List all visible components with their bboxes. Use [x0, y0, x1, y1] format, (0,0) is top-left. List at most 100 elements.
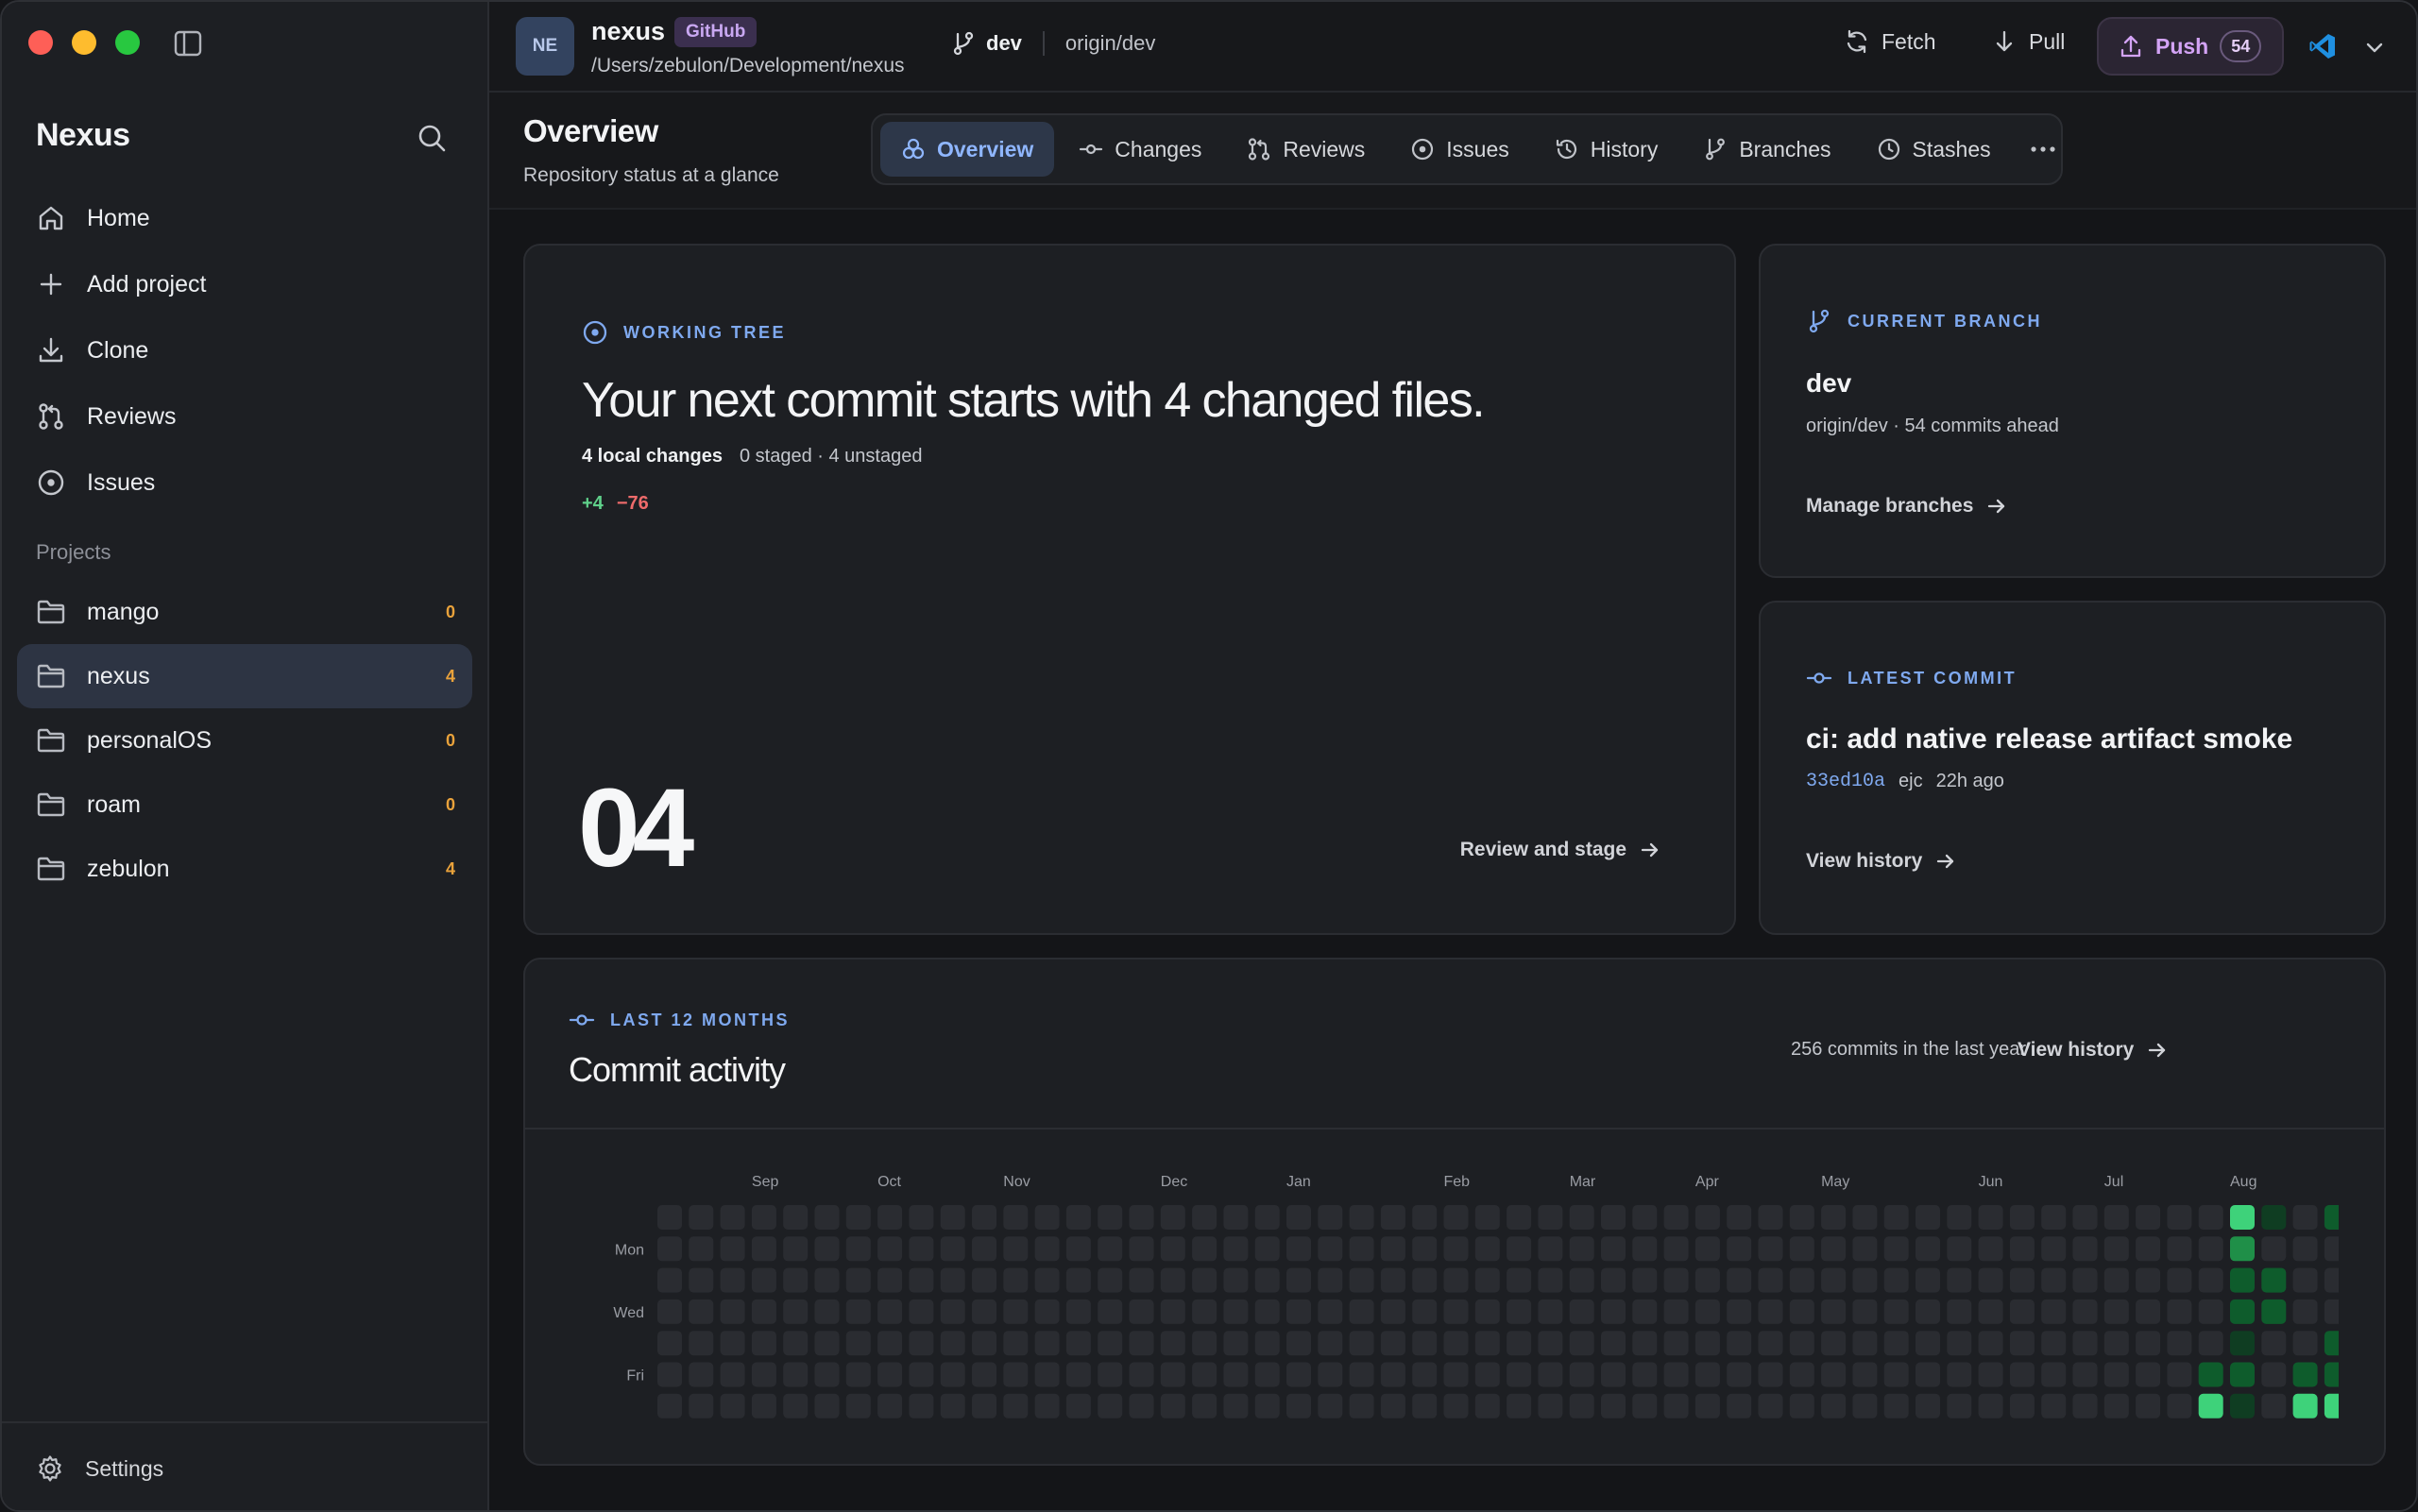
chevron-down-icon[interactable] — [2363, 36, 2386, 59]
heatmap-cell[interactable] — [1003, 1393, 1029, 1419]
heatmap-cell[interactable] — [1192, 1236, 1218, 1262]
heatmap-cell[interactable] — [657, 1299, 682, 1324]
heatmap-cell[interactable] — [1916, 1236, 1940, 1262]
heatmap-cell[interactable] — [972, 1236, 996, 1262]
heatmap-cell[interactable] — [1978, 1362, 2003, 1387]
heatmap-cell[interactable] — [1065, 1267, 1091, 1293]
nav-item-reviews[interactable]: Reviews — [17, 383, 472, 450]
heatmap-cell[interactable] — [689, 1393, 714, 1419]
heatmap-cell[interactable] — [1694, 1267, 1720, 1293]
heatmap-cell[interactable] — [1632, 1331, 1658, 1356]
heatmap-cell[interactable] — [1727, 1236, 1752, 1262]
heatmap-cell[interactable] — [1916, 1267, 1940, 1293]
tab-branches[interactable]: Branches — [1682, 122, 1851, 177]
heatmap-cell[interactable] — [845, 1236, 871, 1262]
heatmap-cell[interactable] — [751, 1331, 776, 1356]
heatmap-cell[interactable] — [1852, 1331, 1878, 1356]
tab-overview[interactable]: Overview — [880, 122, 1055, 177]
heatmap-cell[interactable] — [1412, 1267, 1438, 1293]
heatmap-cell[interactable] — [1129, 1393, 1154, 1419]
sidebar-toggle-icon[interactable] — [174, 30, 202, 57]
heatmap-cell[interactable] — [2103, 1236, 2129, 1262]
heatmap-cell[interactable] — [1349, 1267, 1374, 1293]
heatmap-cell[interactable] — [877, 1393, 903, 1419]
heatmap-cell[interactable] — [1065, 1331, 1091, 1356]
heatmap-cell[interactable] — [1160, 1299, 1185, 1324]
heatmap-cell[interactable] — [720, 1236, 745, 1262]
tab-changes[interactable]: Changes — [1058, 122, 1222, 177]
heatmap-cell[interactable] — [814, 1267, 840, 1293]
heatmap-cell[interactable] — [2324, 1236, 2339, 1262]
heatmap-cell[interactable] — [2198, 1267, 2223, 1293]
heatmap-cell[interactable] — [1758, 1393, 1783, 1419]
heatmap-cell[interactable] — [1758, 1299, 1783, 1324]
heatmap-cell[interactable] — [689, 1331, 714, 1356]
heatmap-cell[interactable] — [1286, 1267, 1311, 1293]
branch-indicator[interactable]: dev origin/dev — [950, 30, 1155, 57]
heatmap-cell[interactable] — [814, 1299, 840, 1324]
heatmap-cell[interactable] — [1065, 1299, 1091, 1324]
heatmap-cell[interactable] — [1192, 1205, 1218, 1230]
heatmap-cell[interactable] — [2261, 1205, 2287, 1230]
heatmap-cell[interactable] — [1569, 1299, 1594, 1324]
heatmap-cell[interactable] — [720, 1267, 745, 1293]
heatmap-cell[interactable] — [1789, 1331, 1814, 1356]
heatmap-cell[interactable] — [2230, 1267, 2255, 1293]
heatmap-cell[interactable] — [1380, 1299, 1405, 1324]
heatmap-cell[interactable] — [720, 1362, 745, 1387]
heatmap-cell[interactable] — [1003, 1299, 1029, 1324]
heatmap-cell[interactable] — [1978, 1236, 2003, 1262]
heatmap-cell[interactable] — [1978, 1393, 2003, 1419]
settings-button[interactable]: Settings — [2, 1421, 487, 1510]
heatmap-cell[interactable] — [2198, 1205, 2223, 1230]
heatmap-cell[interactable] — [1412, 1299, 1438, 1324]
heatmap-cell[interactable] — [1474, 1393, 1500, 1419]
heatmap-cell[interactable] — [1129, 1236, 1154, 1262]
heatmap-cell[interactable] — [845, 1393, 871, 1419]
heatmap-cell[interactable] — [972, 1299, 996, 1324]
heatmap-cell[interactable] — [845, 1331, 871, 1356]
heatmap-cell[interactable] — [1003, 1267, 1029, 1293]
heatmap-cell[interactable] — [909, 1236, 934, 1262]
heatmap-cell[interactable] — [1443, 1236, 1469, 1262]
heatmap-cell[interactable] — [2261, 1393, 2287, 1419]
heatmap-cell[interactable] — [2103, 1393, 2129, 1419]
heatmap-cell[interactable] — [1223, 1267, 1249, 1293]
heatmap-cell[interactable] — [2103, 1299, 2129, 1324]
heatmap-cell[interactable] — [751, 1362, 776, 1387]
heatmap-cell[interactable] — [1129, 1362, 1154, 1387]
heatmap-cell[interactable] — [2230, 1393, 2255, 1419]
heatmap-cell[interactable] — [751, 1267, 776, 1293]
heatmap-cell[interactable] — [1286, 1393, 1311, 1419]
heatmap-cell[interactable] — [1507, 1267, 1532, 1293]
heatmap-cell[interactable] — [845, 1205, 871, 1230]
heatmap-cell[interactable] — [2167, 1362, 2192, 1387]
project-item-roam[interactable]: roam 0 — [17, 773, 472, 837]
heatmap-cell[interactable] — [1065, 1205, 1091, 1230]
review-and-stage-link[interactable]: Review and stage — [1460, 839, 1660, 861]
heatmap-cell[interactable] — [2230, 1205, 2255, 1230]
heatmap-cell[interactable] — [1789, 1299, 1814, 1324]
heatmap-cell[interactable] — [1978, 1299, 2003, 1324]
close-window-button[interactable] — [28, 30, 53, 55]
heatmap-cell[interactable] — [1003, 1236, 1029, 1262]
heatmap-cell[interactable] — [1160, 1267, 1185, 1293]
heatmap-cell[interactable] — [1412, 1393, 1438, 1419]
heatmap-cell[interactable] — [1947, 1236, 1972, 1262]
heatmap-cell[interactable] — [2167, 1393, 2192, 1419]
heatmap-cell[interactable] — [1380, 1205, 1405, 1230]
heatmap-cell[interactable] — [1254, 1299, 1280, 1324]
heatmap-cell[interactable] — [1947, 1362, 1972, 1387]
heatmap-cell[interactable] — [689, 1362, 714, 1387]
heatmap-cell[interactable] — [1507, 1331, 1532, 1356]
heatmap-cell[interactable] — [2009, 1236, 2035, 1262]
heatmap-cell[interactable] — [1694, 1393, 1720, 1419]
heatmap-cell[interactable] — [1507, 1205, 1532, 1230]
heatmap-cell[interactable] — [1286, 1362, 1311, 1387]
heatmap-cell[interactable] — [2167, 1236, 2192, 1262]
heatmap-cell[interactable] — [2261, 1362, 2287, 1387]
heatmap-cell[interactable] — [1098, 1362, 1123, 1387]
heatmap-cell[interactable] — [2261, 1331, 2287, 1356]
heatmap-cell[interactable] — [1601, 1362, 1626, 1387]
heatmap-cell[interactable] — [1129, 1331, 1154, 1356]
